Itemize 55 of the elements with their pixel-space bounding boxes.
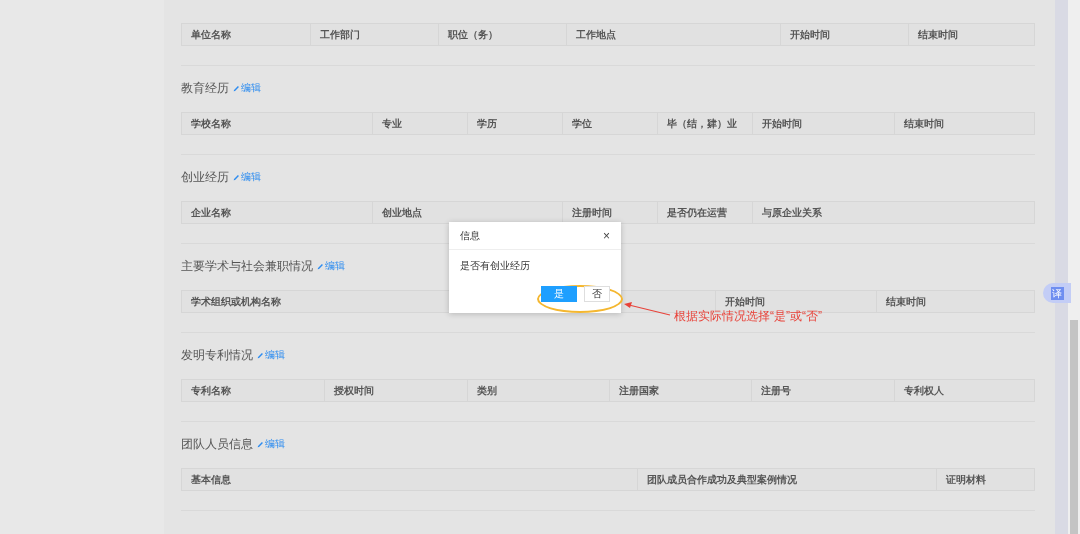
column-header: 与原企业关系 <box>762 206 822 220</box>
pencil-icon <box>233 173 240 181</box>
section-title: 创业经历 <box>181 171 229 183</box>
section-title: 教育经历 <box>181 82 229 94</box>
column-header: 毕（结，肄）业 <box>667 117 737 131</box>
edit-link[interactable]: 编辑 <box>317 261 345 271</box>
column-header: 开始时间 <box>790 28 830 42</box>
edit-link[interactable]: 编辑 <box>233 83 261 93</box>
pencil-icon <box>317 262 324 270</box>
dialog-button[interactable]: 否 <box>584 286 610 302</box>
column-header: 专利权人 <box>904 384 944 398</box>
dialog-title: 信息 <box>460 229 480 243</box>
column-header: 授权时间 <box>334 384 374 398</box>
column-header: 学位 <box>572 117 592 131</box>
close-button[interactable]: × <box>603 229 610 242</box>
pencil-icon <box>257 440 264 448</box>
column-header: 团队成员合作成功及典型案例情况 <box>647 473 797 487</box>
annotation-text: 根据实际情况选择“是”或“否” <box>674 310 822 322</box>
translate-button[interactable]: 译 <box>1043 283 1071 303</box>
column-header: 企业名称 <box>191 206 231 220</box>
column-header: 开始时间 <box>762 117 802 131</box>
column-header: 结束时间 <box>904 117 944 131</box>
column-header: 专业 <box>382 117 402 131</box>
edit-link[interactable]: 编辑 <box>233 172 261 182</box>
section-title: 主要学术与社会兼职情况 <box>181 260 313 272</box>
column-header: 注册时间 <box>572 206 612 220</box>
scrollbar[interactable] <box>1068 0 1080 534</box>
arrow-drawing <box>624 302 671 316</box>
section-title: 团队人员信息 <box>181 438 253 450</box>
column-header: 证明材料 <box>946 473 986 487</box>
column-header: 结束时间 <box>886 295 926 309</box>
section-title: 发明专利情况 <box>181 349 253 361</box>
column-header: 注册国家 <box>619 384 659 398</box>
column-header: 是否仍在运营 <box>667 206 727 220</box>
pencil-icon <box>257 351 264 359</box>
pencil-icon <box>233 84 240 92</box>
dialog-button[interactable]: 是 <box>541 286 577 302</box>
edit-link[interactable]: 编辑 <box>257 439 285 449</box>
column-header: 类别 <box>477 384 497 398</box>
column-header: 注册号 <box>761 384 791 398</box>
column-header: 学历 <box>477 117 497 131</box>
column-header: 职位（务） <box>448 28 498 42</box>
column-header: 学校名称 <box>191 117 231 131</box>
column-header: 结束时间 <box>918 28 958 42</box>
column-header: 开始时间 <box>725 295 765 309</box>
column-header: 工作地点 <box>576 28 616 42</box>
column-header: 创业地点 <box>382 206 422 220</box>
column-header: 专利名称 <box>191 384 231 398</box>
column-header: 单位名称 <box>191 28 231 42</box>
column-header: 工作部门 <box>320 28 360 42</box>
edit-link[interactable]: 编辑 <box>257 350 285 360</box>
column-header: 学术组织或机构名称 <box>191 295 281 309</box>
column-header: 基本信息 <box>191 473 231 487</box>
scrollbar-thumb[interactable] <box>1070 320 1078 534</box>
dialog-message: 是否有创业经历 <box>459 259 531 271</box>
